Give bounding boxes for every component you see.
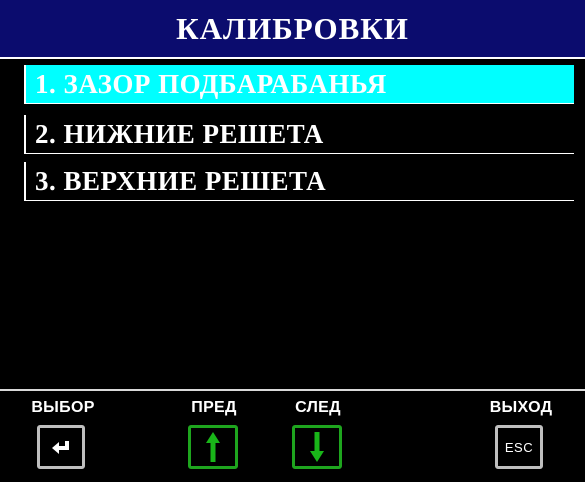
title-bar: КАЛИБРОВКИ xyxy=(0,0,585,59)
next-caption: СЛЕД xyxy=(295,399,341,416)
menu-item-lower-sieves[interactable]: 2. НИЖНИЕ РЕШЕТА xyxy=(24,115,574,154)
menu-item-drum-clearance[interactable]: 1. ЗАЗОР ПОДБАРАБАНЬЯ xyxy=(24,65,574,104)
softkey-next: СЛЕД xyxy=(268,391,368,482)
prev-button[interactable] xyxy=(188,425,238,469)
exit-button[interactable]: ESC xyxy=(495,425,543,469)
softkey-exit: ВЫХОД ESC xyxy=(471,391,571,482)
enter-icon xyxy=(50,439,72,455)
menu-item-label: 2. НИЖНИЕ РЕШЕТА xyxy=(35,118,324,149)
prev-caption: ПРЕД xyxy=(191,399,237,416)
arrow-up-icon xyxy=(205,431,221,463)
softkey-prev: ПРЕД xyxy=(164,391,264,482)
next-button[interactable] xyxy=(292,425,342,469)
softkey-bar: ВЫБОР ПРЕД СЛЕД ВЫХОД ESC xyxy=(0,389,585,480)
page-title: КАЛИБРОВКИ xyxy=(176,10,409,46)
esc-icon: ESC xyxy=(504,439,534,455)
menu-item-upper-sieves[interactable]: 3. ВЕРХНИЕ РЕШЕТА xyxy=(24,162,574,201)
calibrations-screen: КАЛИБРОВКИ 1. ЗАЗОР ПОДБАРАБАНЬЯ 2. НИЖН… xyxy=(0,0,585,480)
arrow-down-icon xyxy=(309,431,325,463)
menu-item-label: 1. ЗАЗОР ПОДБАРАБАНЬЯ xyxy=(35,68,387,99)
select-button[interactable] xyxy=(37,425,85,469)
softkey-select: ВЫБОР xyxy=(13,391,113,482)
select-caption: ВЫБОР xyxy=(31,399,95,416)
menu-item-label: 3. ВЕРХНИЕ РЕШЕТА xyxy=(35,165,327,196)
exit-caption: ВЫХОД xyxy=(489,399,553,416)
